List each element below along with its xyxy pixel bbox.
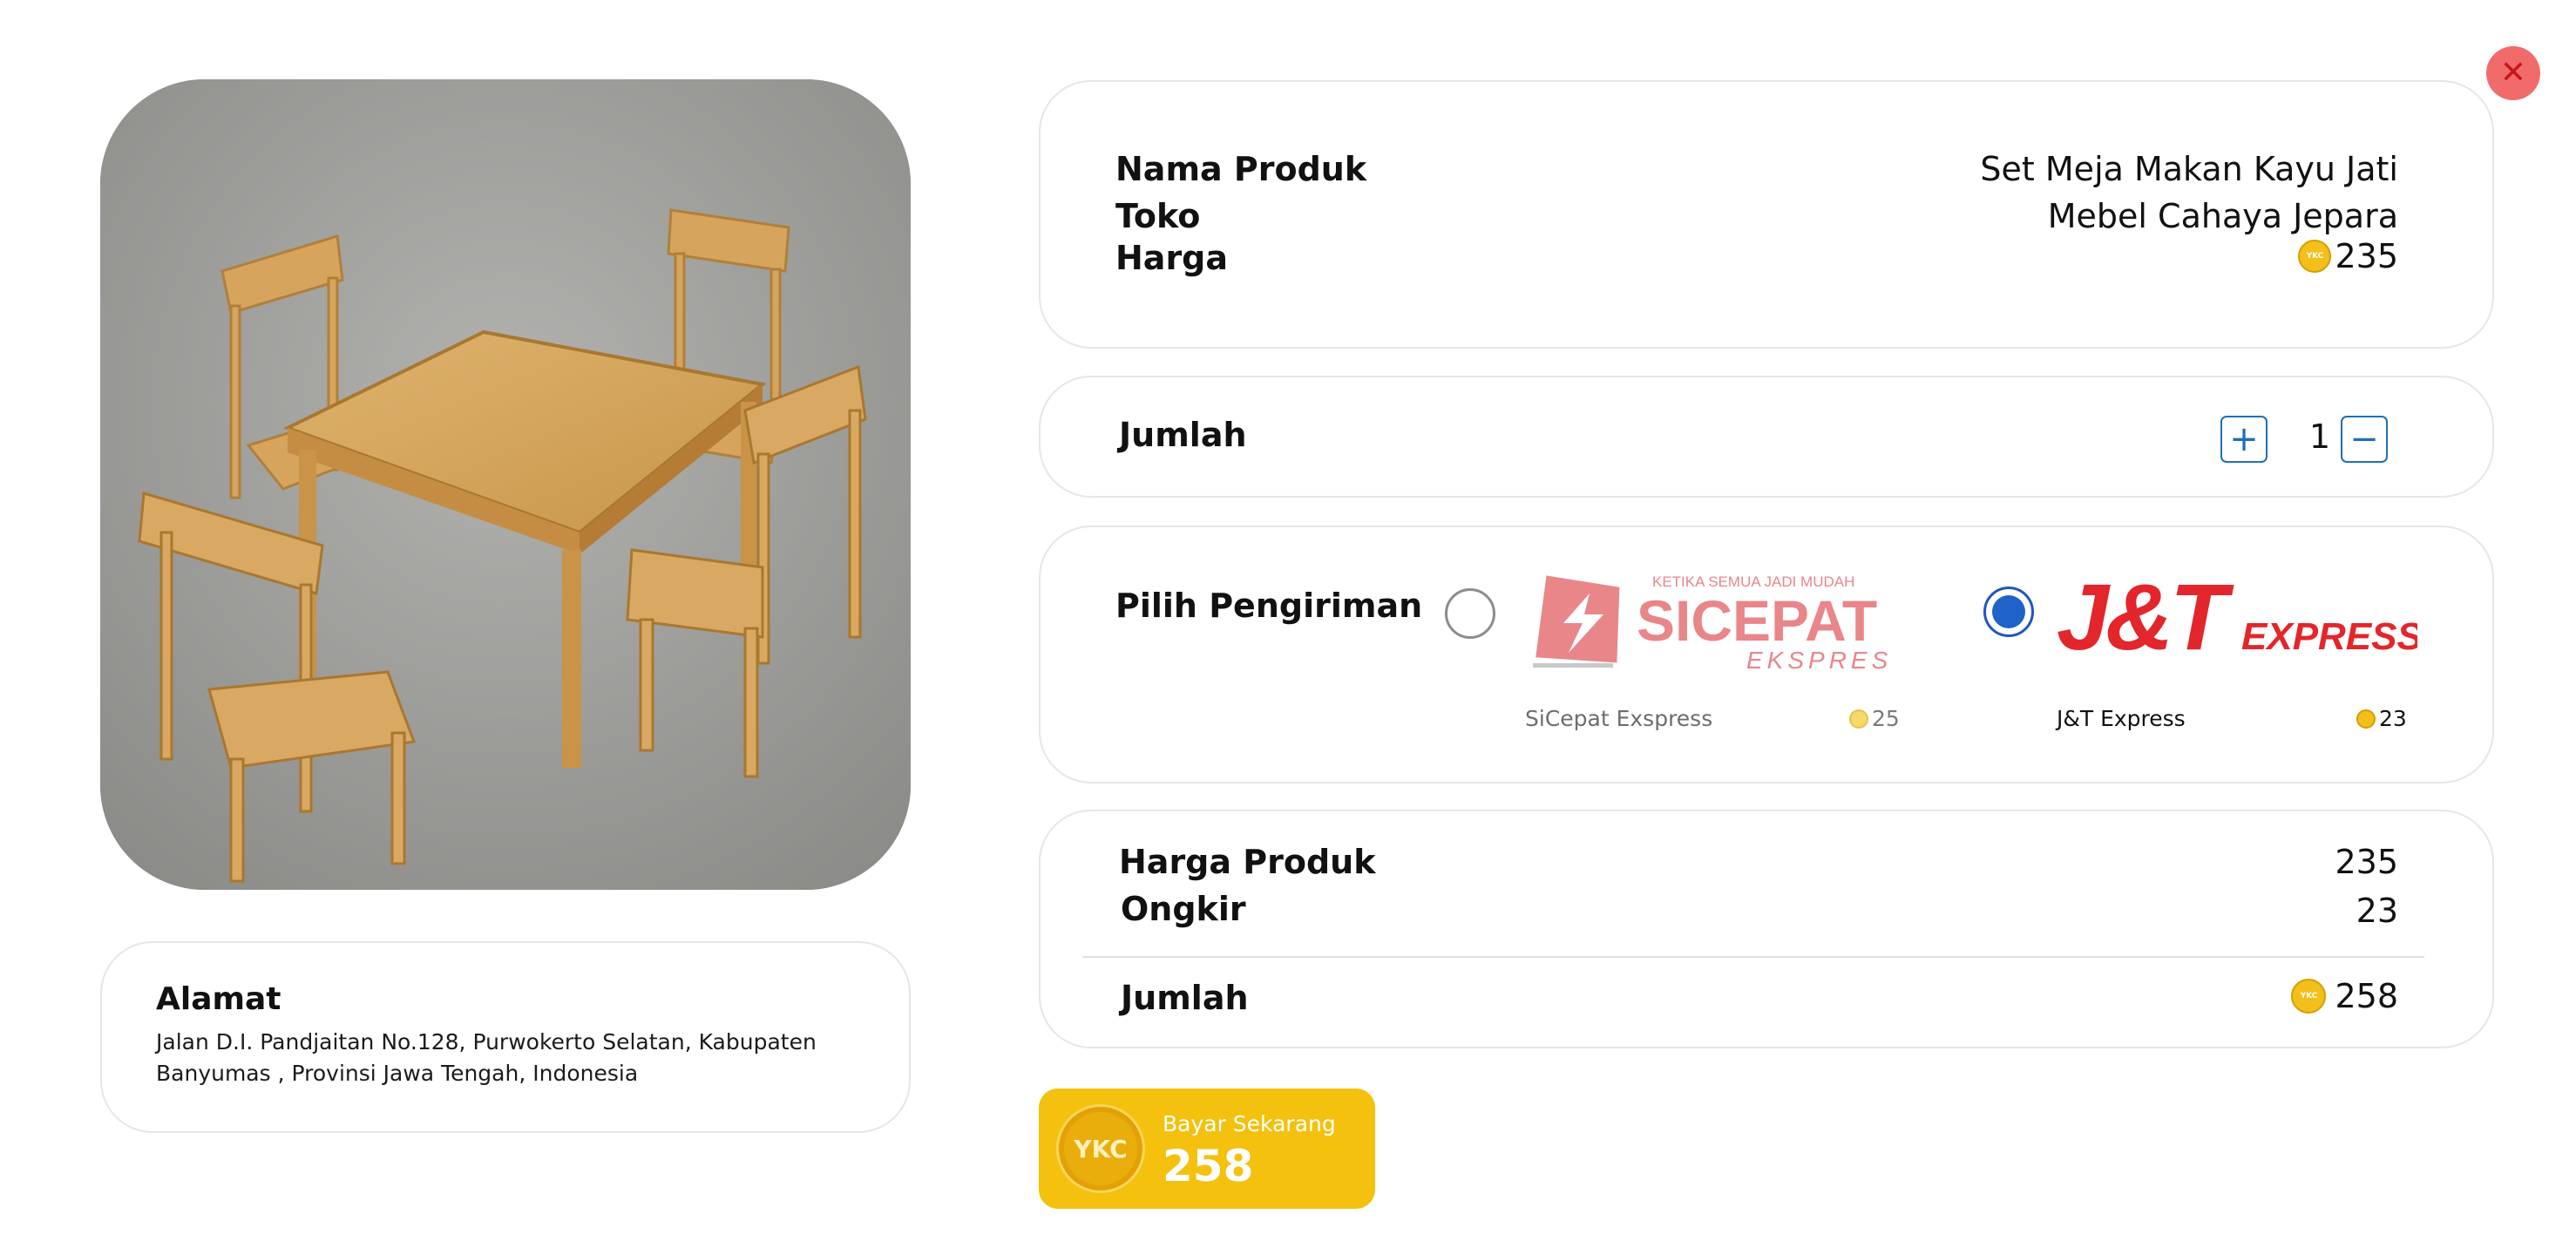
sicepat-sub-text: EKSPRES: [1746, 647, 1892, 674]
coin-icon: [1849, 709, 1868, 729]
product-name-label: Nama Produk: [1115, 150, 1367, 188]
sicepat-price: 25: [1849, 706, 1900, 731]
price-label: Harga: [1115, 239, 1229, 277]
summary-card: Harga Produk Ongkir 235 23 Jumlah YKC 25…: [1039, 810, 2494, 1048]
shipping-card: Pilih Pengiriman KETIKA SEMUA JADI MUDAH…: [1039, 526, 2494, 783]
quantity-value: 1: [2308, 417, 2331, 456]
product-price-label: Harga Produk: [1119, 843, 1376, 881]
store-value: Mebel Cahaya Jepara: [2047, 197, 2398, 235]
coin-icon: [2356, 709, 2376, 729]
summary-divider: [1082, 956, 2424, 958]
product-name-value: Set Meja Makan Kayu Jati: [1980, 150, 2398, 188]
address-card: Alamat Jalan D.I. Pandjaitan No.128, Pur…: [100, 941, 911, 1133]
increment-button[interactable]: +: [2220, 416, 2268, 463]
decrement-button[interactable]: −: [2341, 416, 2388, 463]
store-label: Toko: [1115, 197, 1201, 235]
jnt-price: 23: [2356, 706, 2407, 731]
total-label: Jumlah: [1121, 979, 1249, 1017]
jnt-name: J&T Express: [2057, 706, 2186, 731]
sicepat-price-amount: 25: [1872, 706, 1900, 731]
close-button[interactable]: ✕: [2486, 46, 2540, 100]
price-amount: 235: [2335, 237, 2398, 275]
shipping-cost-label: Ongkir: [1121, 890, 1246, 928]
product-price-value: 235: [2335, 843, 2398, 881]
close-icon: ✕: [2499, 55, 2527, 91]
sicepat-name: SiCepat Exspress: [1525, 706, 1713, 731]
price-value: YKC 235: [2298, 237, 2398, 275]
product-image: [100, 79, 911, 890]
coin-icon: YKC: [2298, 240, 2332, 273]
address-title: Alamat: [156, 981, 281, 1017]
total-value: YKC 258: [2291, 977, 2398, 1015]
jnt-price-amount: 23: [2379, 706, 2407, 731]
address-text: Jalan D.I. Pandjaitan No.128, Purwokerto…: [156, 1029, 817, 1086]
jnt-brand-text: J&T: [2057, 574, 2234, 661]
pay-now-button[interactable]: YKC Bayar Sekarang 258: [1039, 1089, 1375, 1209]
jnt-logo[interactable]: J&T EXPRESS: [2051, 564, 2423, 669]
sicepat-logo[interactable]: KETIKA SEMUA JADI MUDAH SICEPAT EKSPRES: [1529, 569, 1895, 674]
sicepat-radio[interactable]: [1445, 588, 1495, 639]
sicepat-brand-text: SICEPAT: [1637, 588, 1877, 653]
product-info-card: Nama Produk Toko Harga Set Meja Makan Ka…: [1039, 80, 2494, 349]
coin-icon: YKC: [1056, 1104, 1145, 1193]
quantity-card: Jumlah + 1 −: [1039, 376, 2494, 498]
shipping-cost-value: 23: [2356, 892, 2398, 930]
coin-icon: YKC: [2291, 979, 2327, 1014]
pay-now-label: Bayar Sekarang: [1163, 1111, 1336, 1136]
pay-now-amount: 258: [1163, 1141, 1254, 1191]
jnt-sub-text: EXPRESS: [2241, 615, 2417, 658]
plus-icon: +: [2229, 419, 2259, 459]
quantity-label: Jumlah: [1119, 416, 1247, 454]
total-amount: 258: [2335, 977, 2398, 1015]
jnt-radio[interactable]: [1983, 587, 2034, 637]
shipping-label: Pilih Pengiriman: [1115, 587, 1423, 625]
minus-icon: −: [2349, 419, 2379, 459]
